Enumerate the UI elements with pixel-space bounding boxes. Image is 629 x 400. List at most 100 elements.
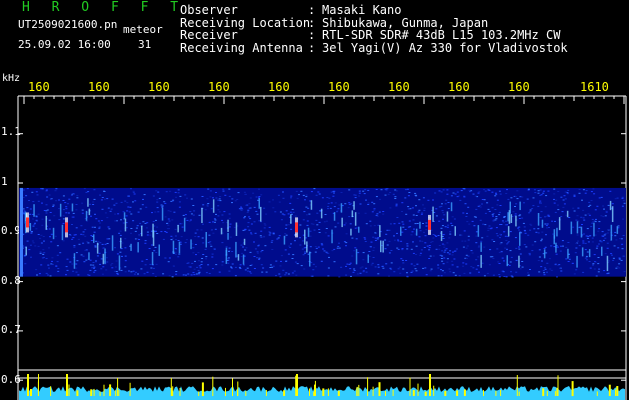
noise-speck — [594, 234, 597, 236]
noise-speck — [618, 258, 621, 260]
noise-speck — [327, 208, 329, 210]
noise-speck — [437, 235, 440, 236]
noise-speck — [616, 197, 619, 199]
noise-speck — [491, 191, 494, 193]
noise-speck — [30, 232, 33, 234]
noise-speck — [268, 231, 271, 233]
noise-speck — [413, 265, 416, 267]
noise-speck — [99, 222, 101, 224]
noise-speck — [146, 234, 149, 236]
noise-speck — [48, 267, 50, 269]
echo-core — [295, 222, 298, 233]
noise-speck — [573, 195, 576, 197]
noise-speck — [177, 240, 180, 241]
noise-speck — [168, 257, 171, 259]
noise-speck — [48, 247, 50, 249]
noise-speck — [71, 238, 74, 240]
noise-speck — [607, 272, 610, 274]
noise-speck — [214, 221, 216, 223]
noise-speck — [373, 203, 376, 205]
noise-spike — [314, 384, 316, 396]
noise-speck — [477, 192, 480, 194]
noise-speck — [364, 212, 367, 214]
noise-speck — [211, 268, 214, 270]
noise-speck — [539, 194, 542, 196]
noise-speck — [429, 270, 432, 272]
noise-spike — [237, 389, 238, 397]
noise-speck — [108, 228, 111, 230]
noise-speck — [612, 259, 615, 261]
noise-speck — [279, 265, 282, 267]
noise-speck — [483, 199, 486, 201]
noise-speck — [559, 250, 562, 252]
noise-speck — [419, 240, 422, 242]
noise-speck — [228, 217, 231, 219]
noise-speck — [432, 234, 435, 235]
noise-speck — [95, 240, 98, 242]
noise-speck — [272, 207, 275, 209]
noise-speck — [199, 267, 202, 269]
noise-speck — [495, 216, 498, 218]
noise-speck — [500, 251, 503, 253]
noise-speck — [285, 260, 288, 262]
noise-speck — [467, 235, 470, 237]
noise-speck — [174, 248, 177, 249]
noise-speck — [389, 192, 392, 193]
noise-speck — [544, 223, 547, 225]
noise-speck — [163, 201, 166, 203]
noise-speck — [272, 265, 275, 267]
noise-spike — [409, 377, 411, 396]
noise-speck — [487, 227, 490, 229]
noise-speck — [359, 203, 362, 205]
noise-speck — [300, 265, 303, 267]
noise-speck — [348, 263, 351, 265]
noise-speck — [594, 261, 597, 263]
noise-speck — [324, 214, 327, 215]
noise-speck — [346, 263, 349, 265]
noise-speck — [338, 204, 341, 206]
noise-speck — [177, 256, 180, 258]
noise-speck — [504, 247, 507, 249]
noise-speck — [362, 271, 365, 273]
noise-speck — [445, 248, 448, 250]
noise-speck — [231, 202, 233, 204]
noise-speck — [252, 192, 255, 194]
noise-speck — [374, 240, 377, 241]
noise-speck — [371, 211, 374, 213]
noise-speck — [608, 229, 611, 230]
noise-speck — [441, 203, 443, 205]
noise-speck — [424, 235, 427, 237]
noise-speck — [422, 267, 425, 269]
noise-speck — [405, 260, 408, 261]
noise-speck — [487, 229, 490, 231]
noise-speck — [481, 237, 484, 239]
noise-speck — [230, 267, 233, 269]
noise-speck — [41, 224, 44, 226]
noise-speck — [442, 218, 444, 220]
noise-speck — [362, 259, 365, 261]
noise-speck — [427, 199, 430, 201]
noise-speck — [537, 232, 540, 234]
noise-speck — [531, 208, 534, 210]
noise-speck — [440, 269, 442, 271]
noise-speck — [246, 267, 249, 269]
noise-speck — [249, 265, 252, 266]
noise-speck — [258, 257, 261, 259]
noise-speck — [576, 234, 579, 236]
noise-speck — [529, 209, 532, 211]
noise-speck — [202, 204, 205, 206]
noise-speck — [45, 258, 48, 259]
noise-spike — [483, 390, 484, 397]
noise-speck — [621, 248, 624, 250]
noise-spike — [265, 390, 267, 397]
noise-speck — [40, 242, 43, 244]
noise-speck — [287, 253, 290, 255]
noise-speck — [415, 195, 418, 197]
noise-spike — [37, 381, 39, 396]
noise-speck — [605, 210, 608, 212]
noise-speck — [175, 271, 178, 272]
noise-streak — [304, 229, 306, 245]
noise-speck — [557, 209, 560, 211]
noise-speck — [501, 257, 504, 259]
noise-streak — [306, 241, 308, 253]
